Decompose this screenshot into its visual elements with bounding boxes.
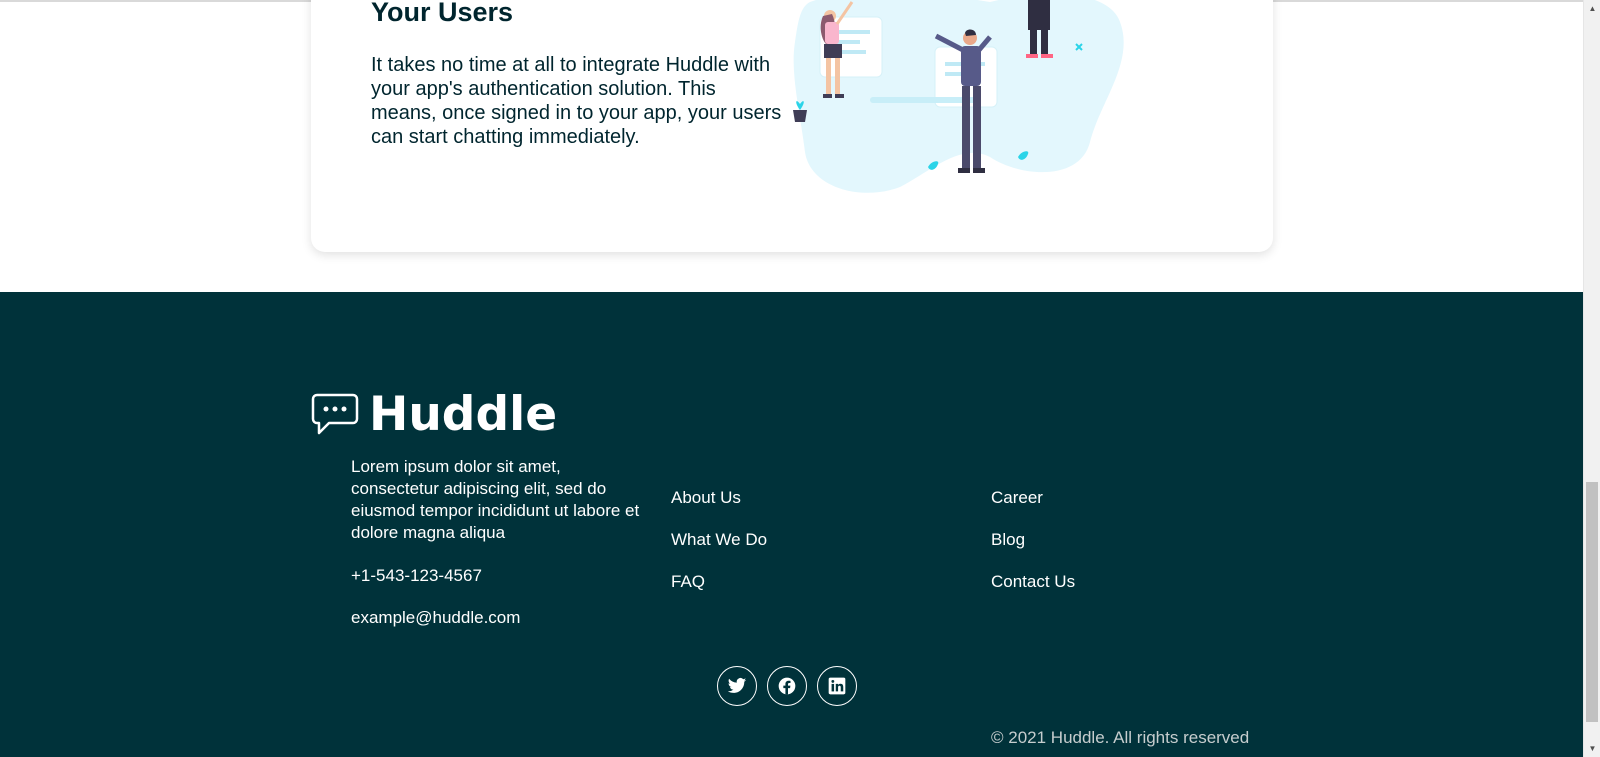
footer-phone: +1-543-123-4567 — [351, 566, 482, 585]
footer-link-blog[interactable]: Blog — [991, 530, 1075, 572]
scroll-down-arrow-icon[interactable]: ▼ — [1584, 740, 1600, 757]
footer-links-column-2: Career Blog Contact Us — [991, 488, 1075, 614]
copyright-text: © 2021 Huddle. All rights reserved — [991, 728, 1250, 747]
vertical-scrollbar[interactable]: ▲ ▼ — [1583, 0, 1600, 757]
footer-link-faq[interactable]: FAQ — [671, 572, 767, 614]
site-footer: Huddle Lorem ipsum dolor sit amet, conse… — [0, 292, 1583, 757]
linkedin-icon — [828, 677, 846, 695]
chat-bubble-icon — [311, 393, 359, 435]
card-title: Your Users — [371, 0, 514, 27]
scroll-up-arrow-icon[interactable]: ▲ — [1584, 0, 1600, 17]
facebook-button[interactable] — [767, 666, 807, 706]
footer-link-contact-us[interactable]: Contact Us — [991, 572, 1075, 614]
footer-link-what-we-do[interactable]: What We Do — [671, 530, 767, 572]
scrollbar-thumb[interactable] — [1586, 482, 1598, 722]
footer-email: example@huddle.com — [351, 608, 521, 627]
footer-links-column-1: About Us What We Do FAQ — [671, 488, 767, 614]
twitter-icon — [727, 678, 747, 693]
footer-about-text: Lorem ipsum dolor sit amet, consectetur … — [351, 457, 640, 542]
footer-link-career[interactable]: Career — [991, 488, 1075, 530]
facebook-icon — [778, 677, 796, 695]
card-description: It takes no time at all to integrate Hud… — [371, 54, 782, 148]
logo-text: Huddle — [369, 386, 558, 442]
linkedin-button[interactable] — [817, 666, 857, 706]
people-chatting-illustration — [793, 0, 1124, 193]
social-links — [717, 666, 857, 706]
page-viewport: Your Users It takes no time at all to in… — [0, 0, 1583, 757]
footer-link-about-us[interactable]: About Us — [671, 488, 767, 530]
twitter-button[interactable] — [717, 666, 757, 706]
footer-logo[interactable]: Huddle — [311, 387, 557, 442]
